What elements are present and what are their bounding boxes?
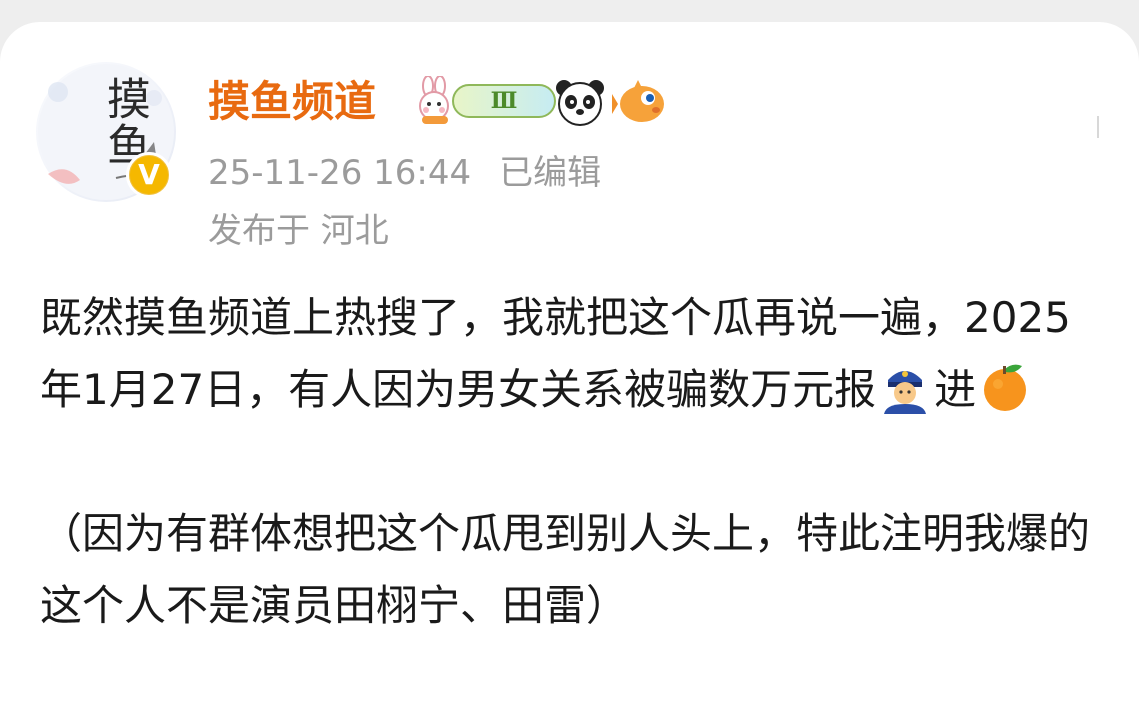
post-content: 既然摸鱼频道上热搜了，我就把这个瓜再说一遍，2025年1月27日，有人因为男女关… <box>40 282 1100 642</box>
edited-label[interactable]: 已编辑 <box>499 153 601 193</box>
scroll-edge-mark <box>1097 116 1099 138</box>
police-officer-icon <box>884 371 927 414</box>
verified-badge-icon: V <box>126 152 172 198</box>
panda-icon <box>556 80 604 126</box>
content-paragraph-2: （因为有群体想把这个瓜甩到别人头上，特此注明我爆的这个人不是演员田栩宁、田雷） <box>40 509 1091 630</box>
level-badge: Ⅲ <box>452 84 556 118</box>
content-text-after: 进 <box>934 365 977 414</box>
post-location: 发布于 河北 <box>208 211 389 251</box>
post-meta: 25-11-26 16:44 已编辑 <box>208 148 601 198</box>
tangerine-icon <box>984 364 1027 411</box>
content-paragraph-1: 既然摸鱼频道上热搜了，我就把这个瓜再说一遍，2025年1月27日，有人因为男女关… <box>40 282 1100 426</box>
post-timestamp: 25-11-26 16:44 <box>208 153 472 193</box>
author-name[interactable]: 摸鱼频道 <box>208 72 376 132</box>
pufferfish-icon <box>612 80 664 122</box>
